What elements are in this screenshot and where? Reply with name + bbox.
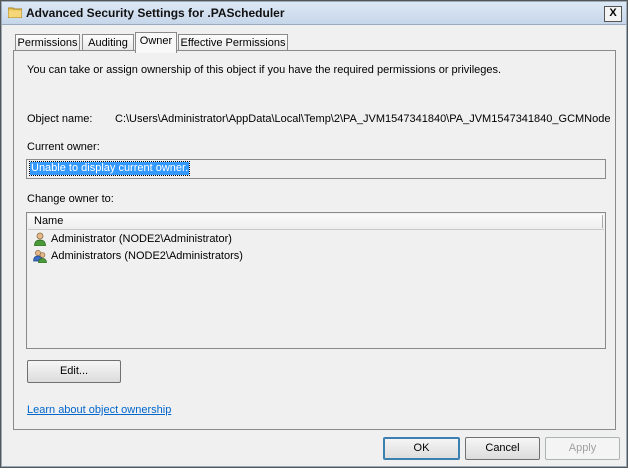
ok-button[interactable]: OK — [383, 437, 460, 460]
current-owner-label: Current owner: — [27, 141, 100, 153]
change-owner-label: Change owner to: — [27, 193, 114, 205]
current-owner-field[interactable]: Unable to display current owner. — [26, 159, 606, 179]
apply-button[interactable]: Apply — [545, 437, 620, 460]
object-name-label: Object name: — [27, 113, 93, 125]
folder-icon — [8, 7, 22, 18]
owner-name: Administrators (NODE2\Administrators) — [51, 250, 243, 262]
cancel-button[interactable]: Cancel — [465, 437, 540, 460]
list-item[interactable]: Administrator (NODE2\Administrator) — [31, 231, 591, 247]
list-header-name[interactable]: Name — [28, 214, 604, 230]
tab-owner[interactable]: Owner — [135, 32, 177, 53]
current-owner-value: Unable to display current owner. — [28, 161, 191, 176]
learn-ownership-link[interactable]: Learn about object ownership — [27, 404, 171, 416]
title-bar[interactable]: Advanced Security Settings for .PASchedu… — [2, 2, 626, 25]
edit-button[interactable]: Edit... — [27, 360, 121, 383]
object-name-value: C:\Users\Administrator\AppData\Local\Tem… — [115, 113, 611, 125]
close-button[interactable]: X — [604, 6, 622, 22]
list-item[interactable]: Administrators (NODE2\Administrators) — [31, 248, 591, 264]
owner-list[interactable]: Name Administrator (NODE2\Administrator)… — [26, 212, 606, 349]
owner-name: Administrator (NODE2\Administrator) — [51, 233, 232, 245]
user-icon — [34, 232, 46, 246]
column-separator — [602, 215, 603, 228]
window-title: Advanced Security Settings for .PASchedu… — [26, 6, 285, 20]
user-group-icon — [33, 250, 47, 263]
intro-text: You can take or assign ownership of this… — [27, 64, 502, 76]
